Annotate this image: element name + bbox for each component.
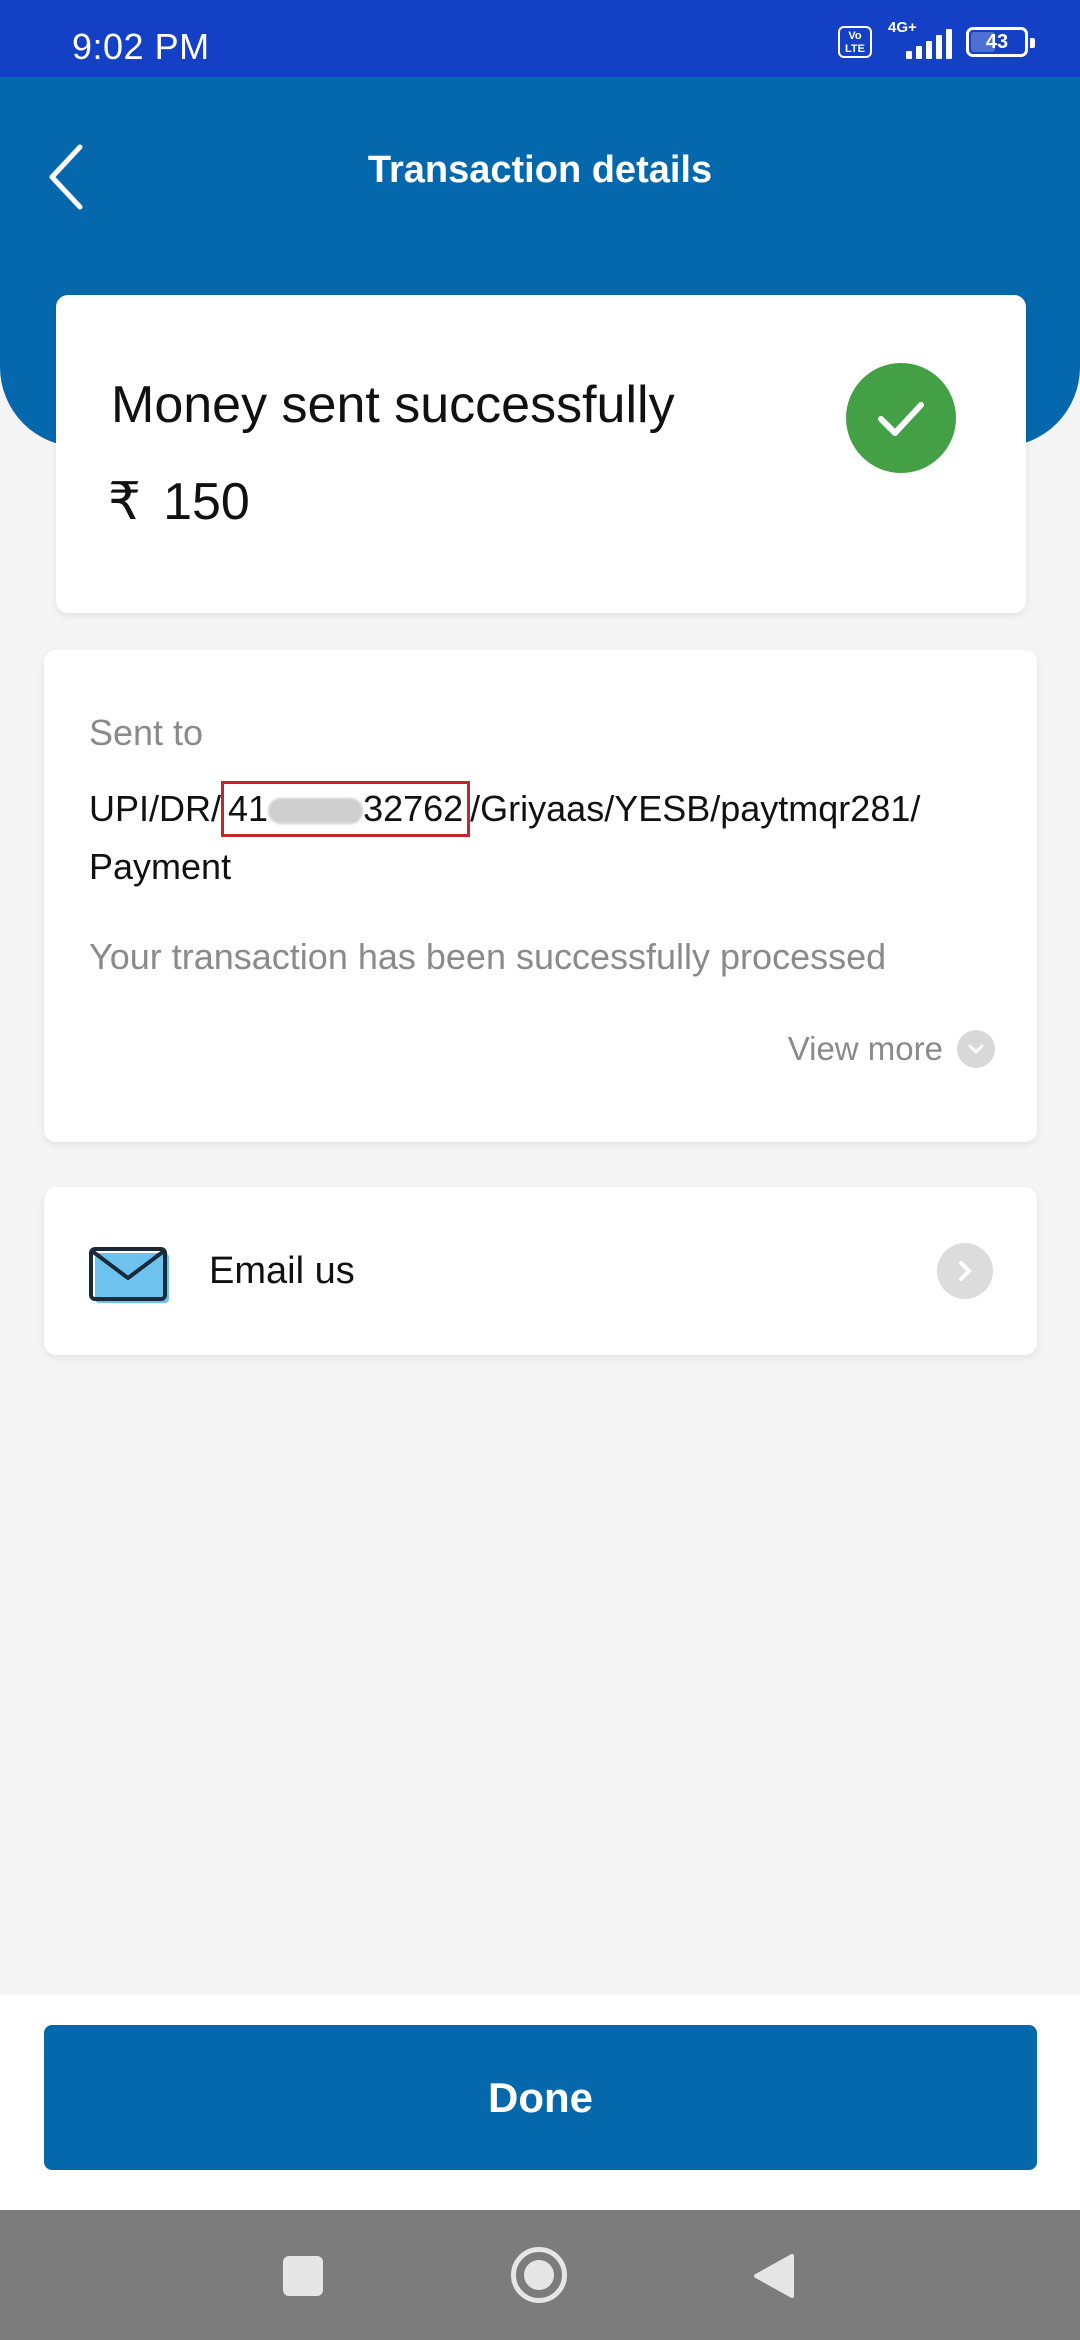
envelope-icon xyxy=(89,1247,169,1303)
status-time: 9:02 PM xyxy=(72,26,210,67)
currency-symbol: ₹ xyxy=(108,473,142,531)
check-circle-icon xyxy=(846,363,956,473)
upi-ref-end: 32762 xyxy=(363,788,464,829)
upi-prefix: UPI/DR/ xyxy=(89,788,222,829)
transaction-summary-card: Money sent successfully ₹ 150 xyxy=(56,295,1026,613)
upi-ref-start: 41 xyxy=(228,788,269,829)
chevron-down-icon xyxy=(957,1030,995,1068)
battery-icon: 43 xyxy=(966,27,1035,57)
status-text: Money sent successfully xyxy=(111,376,675,434)
done-button[interactable]: Done xyxy=(44,2025,1037,2170)
email-us-label: Email us xyxy=(209,1250,355,1292)
upi-reference: UPI/DR/41 32762/Griyaas/YESB/paytmqr281/ … xyxy=(89,780,1019,896)
sent-to-label: Sent to xyxy=(89,712,204,753)
upi-suffix: /Griyaas/YESB/paytmqr281/ xyxy=(470,788,921,829)
page-title: Transaction details xyxy=(367,149,713,191)
status-bar: 9:02 PM Vo LTE 4G+ 43 xyxy=(0,0,1080,77)
transaction-details-card: Sent to UPI/DR/41 32762/Griyaas/YESB/payt… xyxy=(44,650,1037,1142)
status-message: Your transaction has been successfully p… xyxy=(89,936,887,977)
view-more-label: View more xyxy=(787,1030,943,1067)
status-icons: Vo LTE 4G+ 43 xyxy=(838,19,1035,62)
redaction-blur xyxy=(268,798,364,825)
signal-icon: 4G+ xyxy=(886,19,952,59)
system-nav-bar xyxy=(0,2210,1080,2340)
back-triangle-icon[interactable] xyxy=(752,2252,796,2300)
email-us-button[interactable]: Email us xyxy=(44,1187,1037,1355)
battery-level: 43 xyxy=(985,30,1009,53)
amount-value: 150 xyxy=(163,473,250,531)
amount: ₹ 150 xyxy=(108,472,250,532)
redacted-reference: 41 32762 xyxy=(221,781,471,837)
bottom-action-bar: Done xyxy=(0,1995,1080,2210)
view-more-button[interactable]: View more xyxy=(788,1030,995,1068)
upi-line2: Payment xyxy=(89,846,232,887)
home-icon[interactable] xyxy=(511,2247,567,2303)
recent-apps-icon[interactable] xyxy=(283,2256,323,2296)
chevron-right-icon xyxy=(937,1243,993,1299)
volte-icon: Vo LTE xyxy=(838,26,872,58)
